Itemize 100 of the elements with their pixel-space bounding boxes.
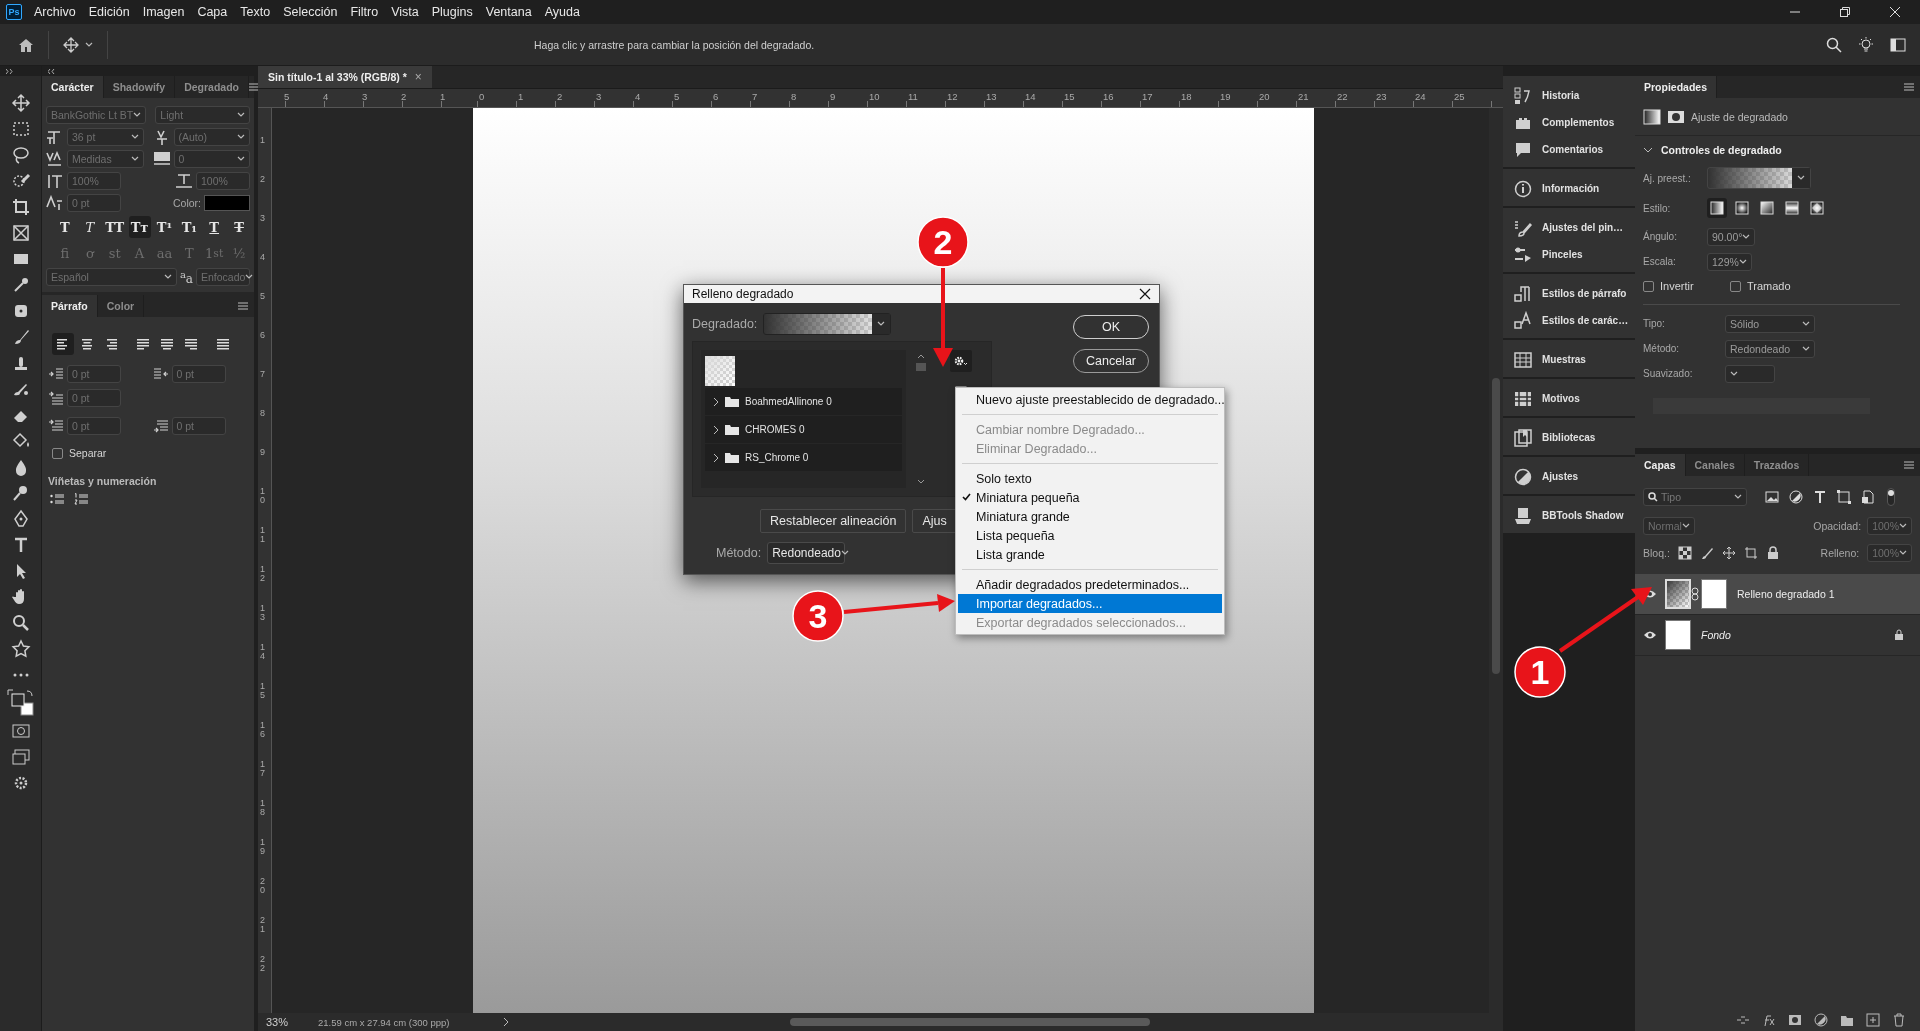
gradient-style-button[interactable] (1732, 198, 1752, 218)
reverse-checkbox[interactable] (1643, 280, 1654, 292)
panel-tab[interactable]: Carácter (42, 76, 104, 98)
type-style-button[interactable]: T (203, 216, 226, 238)
gradient-dropdown[interactable] (763, 313, 892, 335)
gradient-style-button[interactable] (1757, 198, 1777, 218)
menu-bar-item[interactable]: Archivo (34, 5, 76, 19)
trash-icon[interactable] (1892, 1013, 1906, 1027)
lock-icon[interactable] (1765, 546, 1780, 560)
lasso-icon[interactable] (10, 145, 31, 165)
type-style-button[interactable]: Tт (128, 216, 151, 238)
restore-icon[interactable] (1840, 7, 1850, 17)
lightbulb-icon[interactable] (1858, 36, 1874, 53)
star-icon[interactable] (10, 639, 31, 659)
workspace-icon[interactable] (1890, 37, 1906, 52)
menu-item[interactable]: Añadir degradados predeterminados... (958, 575, 1222, 594)
move-icon[interactable] (1721, 546, 1736, 560)
preset-folder[interactable]: CHROMES 0 (705, 416, 902, 444)
dither-checkbox[interactable] (1730, 280, 1741, 292)
menu-item[interactable]: Solo texto (958, 469, 1222, 488)
menu-bar-item[interactable]: Capa (197, 5, 228, 19)
menu-bar-item[interactable]: Ayuda (544, 5, 580, 19)
hyphenate-checkbox[interactable] (52, 447, 63, 459)
color-swatches-icon[interactable] (6, 689, 35, 717)
menu-item[interactable]: Importar degradados... (958, 594, 1222, 613)
artboard-icon[interactable] (1743, 546, 1758, 560)
type-style-button[interactable]: T (228, 216, 250, 238)
numbered-list-icon[interactable] (74, 493, 88, 505)
color-swatch[interactable] (204, 195, 250, 211)
half-circle-icon[interactable] (1789, 490, 1803, 504)
type-style-button[interactable]: TT (103, 216, 126, 238)
panel-tab[interactable]: Canales (1685, 454, 1745, 476)
panel-tab[interactable]: Degradado (175, 76, 249, 98)
fx-icon[interactable] (1762, 1013, 1776, 1027)
collapse-icon[interactable] (48, 68, 56, 74)
link-icon[interactable] (1736, 1013, 1750, 1027)
dashed-rectangle-icon[interactable] (10, 119, 31, 139)
scale-field[interactable]: 129% (1707, 252, 1752, 271)
type-style-button[interactable]: T (78, 216, 101, 238)
menu-item[interactable]: Miniatura grande (958, 507, 1222, 526)
menu-icon[interactable] (238, 302, 248, 310)
panel-dock-item[interactable]: Ajustes del pin… (1503, 214, 1635, 241)
brush-icon[interactable] (1699, 546, 1714, 560)
panel-tab[interactable]: Párrafo (42, 295, 98, 317)
type-dropdown[interactable]: Sólido (1725, 314, 1815, 333)
section-header[interactable]: Controles de degradado (1635, 136, 1920, 164)
menu-item[interactable]: Lista pequeña (958, 526, 1222, 545)
panel-dock-item[interactable]: Estilos de carác… (1503, 307, 1635, 334)
menu-bar-item[interactable]: Plugins (431, 5, 473, 19)
bullet-list-icon[interactable] (50, 493, 64, 505)
layer-row[interactable]: Relleno degradado 1 (1635, 574, 1920, 615)
mask-icon[interactable] (1788, 1013, 1802, 1027)
new-layer-icon[interactable] (1866, 1013, 1880, 1027)
method-dropdown[interactable]: Redondeado (767, 542, 846, 564)
smart-object-icon[interactable] (1861, 490, 1875, 504)
cancel-button[interactable]: Cancelar (1073, 349, 1149, 373)
layer-row[interactable]: Fondo (1635, 615, 1920, 656)
close-tab-button[interactable]: × (414, 70, 422, 84)
eye-icon[interactable] (1643, 630, 1657, 640)
panel-dock-item[interactable]: Historia (1503, 82, 1635, 109)
gradient-style-button[interactable] (1707, 198, 1727, 218)
menu-bar-item[interactable]: Imagen (142, 5, 185, 19)
type-style-button[interactable]: T¹ (153, 216, 176, 238)
crop-icon[interactable] (10, 197, 31, 217)
panel-tab[interactable]: Trazados (1744, 454, 1810, 476)
panel-tab[interactable]: Capas (1635, 454, 1686, 476)
settings-button[interactable] (950, 350, 972, 372)
document-tab[interactable]: Sin título-1 al 33% (RGB/8) * × (258, 66, 432, 88)
ok-button[interactable]: OK (1073, 315, 1149, 339)
menu-icon[interactable] (1904, 83, 1914, 91)
preset-folder[interactable]: RS_Chrome 0 (705, 444, 902, 472)
shape-icon[interactable] (1837, 490, 1851, 504)
scroll-thumb[interactable] (916, 363, 926, 371)
menu-icon[interactable] (1904, 461, 1914, 469)
filter-toggle[interactable] (1887, 488, 1895, 506)
menu-icon[interactable] (249, 83, 259, 91)
menu-bar-item[interactable]: Vista (391, 5, 419, 19)
angle-field[interactable]: 90.00° (1707, 227, 1756, 246)
type-style-button[interactable]: T (54, 216, 76, 238)
search-icon[interactable] (1826, 36, 1842, 53)
panel-dock-item[interactable]: Pinceles (1503, 241, 1635, 268)
panel-dock-item[interactable]: Estilos de párrafo (1503, 280, 1635, 307)
menu-item[interactable]: Lista grande (958, 545, 1222, 564)
gradient-thumbnail[interactable] (705, 356, 735, 386)
type-style-button[interactable]: T₁ (178, 216, 201, 238)
panel-tab[interactable]: Shadowify (103, 76, 176, 98)
panel-dock-item[interactable]: Comentarios (1503, 136, 1635, 163)
chevron-right-icon[interactable] (502, 1017, 510, 1027)
half-circle-icon[interactable] (1814, 1013, 1828, 1027)
gradient-preset-dropdown[interactable] (1707, 167, 1811, 189)
move-icon[interactable] (10, 93, 31, 113)
menu-bar-item[interactable]: Texto (240, 5, 271, 19)
adjust-button[interactable]: Ajus (912, 509, 957, 533)
menu-bar-item[interactable]: Ventana (485, 5, 532, 19)
preset-folder[interactable]: BoahmedAllinone 0 (705, 388, 902, 416)
zoom-icon[interactable] (10, 613, 31, 633)
home-icon[interactable] (18, 37, 34, 52)
reset-alignment-button[interactable]: Restablecer alineación (760, 509, 907, 533)
menu-bar-item[interactable]: Edición (88, 5, 130, 19)
checker-icon[interactable] (1677, 546, 1692, 560)
